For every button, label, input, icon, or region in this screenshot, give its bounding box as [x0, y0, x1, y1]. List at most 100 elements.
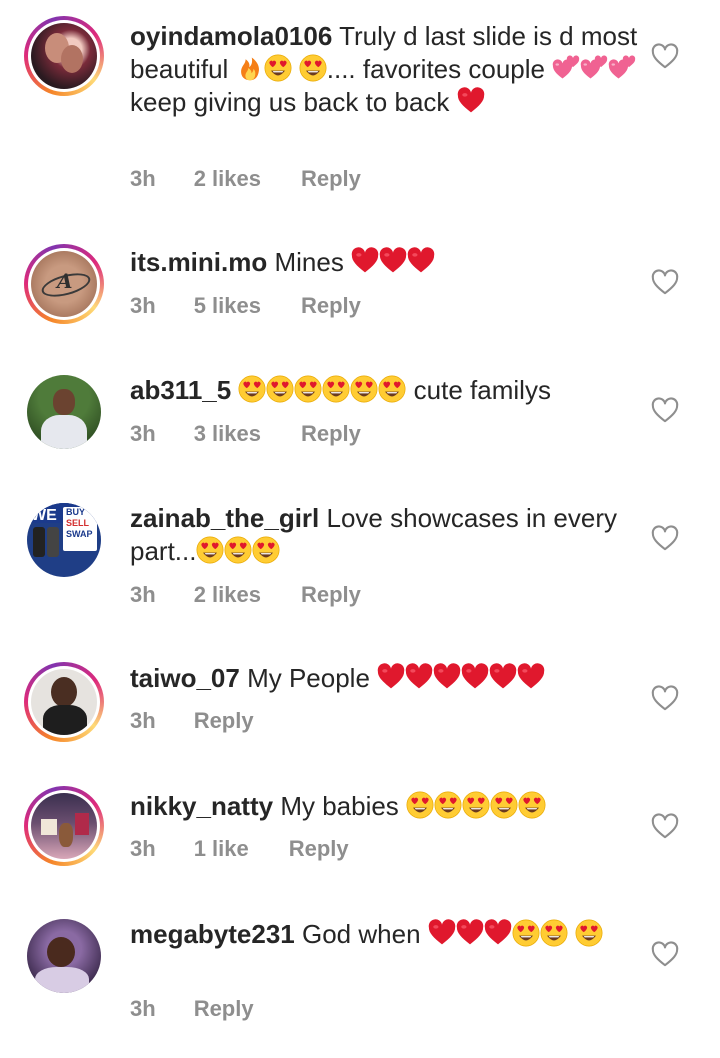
comment-time: 3h [130, 421, 156, 446]
comment-time: 3h [130, 996, 156, 1021]
comment-text-part: keep giving us back to back [130, 87, 457, 117]
heart-outline-icon[interactable] [650, 42, 680, 70]
heart-outline-icon[interactable] [650, 684, 680, 712]
comment-time: 3h [130, 293, 156, 318]
heart-outline-icon[interactable] [650, 812, 680, 840]
avatar[interactable] [24, 786, 104, 866]
reply-button[interactable]: Reply [194, 996, 254, 1022]
red-heart-emoji [456, 919, 484, 947]
comment-text: taiwo_07 My People [130, 662, 640, 695]
comment-username[interactable]: ab311_5 [130, 375, 231, 405]
heart-eyes-emoji [299, 54, 327, 82]
heart-outline-icon[interactable] [650, 396, 680, 424]
heart-eyes-emoji [406, 791, 434, 819]
comment-text-part: God when [302, 919, 428, 949]
comment-meta: 3h 1 like Reply [130, 836, 349, 862]
comment-text-part: My People [247, 663, 378, 693]
comment-text-part: Mines [274, 247, 352, 277]
heart-eyes-emoji [224, 536, 252, 564]
heart-eyes-emoji [462, 791, 490, 819]
red-heart-emoji [351, 247, 379, 275]
comment-text-part: .... favorites couple [326, 54, 553, 84]
reply-button[interactable]: Reply [289, 836, 349, 862]
comment-time: 3h [130, 582, 156, 607]
comment-username[interactable]: megabyte231 [130, 919, 295, 949]
heart-eyes-emoji [266, 375, 294, 403]
comment-text-part: cute familys [406, 375, 551, 405]
red-heart-emoji [461, 663, 489, 691]
comment-time: 3h [130, 166, 156, 191]
avatar[interactable] [24, 16, 104, 96]
reply-button[interactable]: Reply [301, 293, 361, 319]
comment-likes-count[interactable]: 5 likes [194, 293, 261, 319]
avatar[interactable] [24, 372, 104, 452]
avatar[interactable]: A [24, 244, 104, 324]
comment-meta: 3h Reply [130, 708, 254, 734]
comment-likes-count[interactable]: 2 likes [194, 582, 261, 608]
two-hearts-emoji [552, 54, 580, 82]
reply-button[interactable]: Reply [194, 708, 254, 734]
heart-outline-icon[interactable] [650, 268, 680, 296]
heart-eyes-emoji [252, 536, 280, 564]
comment-likes-count[interactable]: 3 likes [194, 421, 261, 447]
comment-username[interactable]: nikky_natty [130, 791, 273, 821]
heart-eyes-emoji [294, 375, 322, 403]
comment-meta: 3h 2 likes Reply [130, 582, 361, 608]
heart-eyes-emoji [518, 791, 546, 819]
red-heart-emoji [484, 919, 512, 947]
comment-username[interactable]: zainab_the_girl [130, 503, 319, 533]
comment-text: megabyte231 God when [130, 918, 640, 951]
comment-meta: 3h 2 likes Reply [130, 166, 361, 192]
avatar-text: BUY [66, 507, 86, 517]
comment-text: nikky_natty My babies [130, 790, 640, 823]
reply-button[interactable]: Reply [301, 421, 361, 447]
comment-username[interactable]: its.mini.mo [130, 247, 267, 277]
heart-eyes-emoji [512, 919, 540, 947]
two-hearts-emoji [580, 54, 608, 82]
red-heart-emoji [489, 663, 517, 691]
red-heart-emoji [428, 919, 456, 947]
comment-username[interactable]: oyindamola0106 [130, 21, 332, 51]
comment-time: 3h [130, 836, 156, 861]
reply-button[interactable]: Reply [301, 582, 361, 608]
comment-text: oyindamola0106 Truly d last slide is d m… [130, 20, 640, 119]
heart-eyes-emoji [322, 375, 350, 403]
comment-text-part: My babies [280, 791, 407, 821]
heart-eyes-emoji [575, 919, 603, 947]
avatar[interactable]: WE BUY SELL SWAP [24, 500, 104, 580]
heart-eyes-emoji [196, 536, 224, 564]
red-heart-emoji [407, 247, 435, 275]
red-heart-emoji [379, 247, 407, 275]
avatar[interactable] [24, 662, 104, 742]
comment-meta: 3h Reply [130, 996, 254, 1022]
heart-eyes-emoji [378, 375, 406, 403]
fire-emoji [236, 54, 264, 82]
comment-text: ab311_5 cute familys [130, 374, 640, 407]
red-heart-emoji [405, 663, 433, 691]
avatar-text: WE [31, 507, 57, 524]
comment-text: zainab_the_girl Love showcases in every … [130, 502, 640, 568]
comment-text-part [292, 54, 299, 84]
comment-meta: 3h 5 likes Reply [130, 293, 361, 319]
red-heart-emoji [517, 663, 545, 691]
comment-username[interactable]: taiwo_07 [130, 663, 240, 693]
reply-button[interactable]: Reply [301, 166, 361, 192]
avatar-text: SWAP [66, 529, 93, 539]
comment-likes-count[interactable]: 2 likes [194, 166, 261, 192]
heart-eyes-emoji [434, 791, 462, 819]
heart-eyes-emoji [238, 375, 266, 403]
heart-eyes-emoji [540, 919, 568, 947]
avatar[interactable] [24, 916, 104, 996]
heart-eyes-emoji [264, 54, 292, 82]
red-heart-emoji [377, 663, 405, 691]
heart-outline-icon[interactable] [650, 940, 680, 968]
comment-likes-count[interactable]: 1 like [194, 836, 249, 862]
comment-text: its.mini.mo Mines [130, 246, 640, 279]
heart-outline-icon[interactable] [650, 524, 680, 552]
red-heart-emoji [457, 87, 485, 115]
red-heart-emoji [433, 663, 461, 691]
heart-eyes-emoji [490, 791, 518, 819]
avatar-text: SELL [66, 518, 90, 528]
heart-eyes-emoji [350, 375, 378, 403]
comment-time: 3h [130, 708, 156, 733]
